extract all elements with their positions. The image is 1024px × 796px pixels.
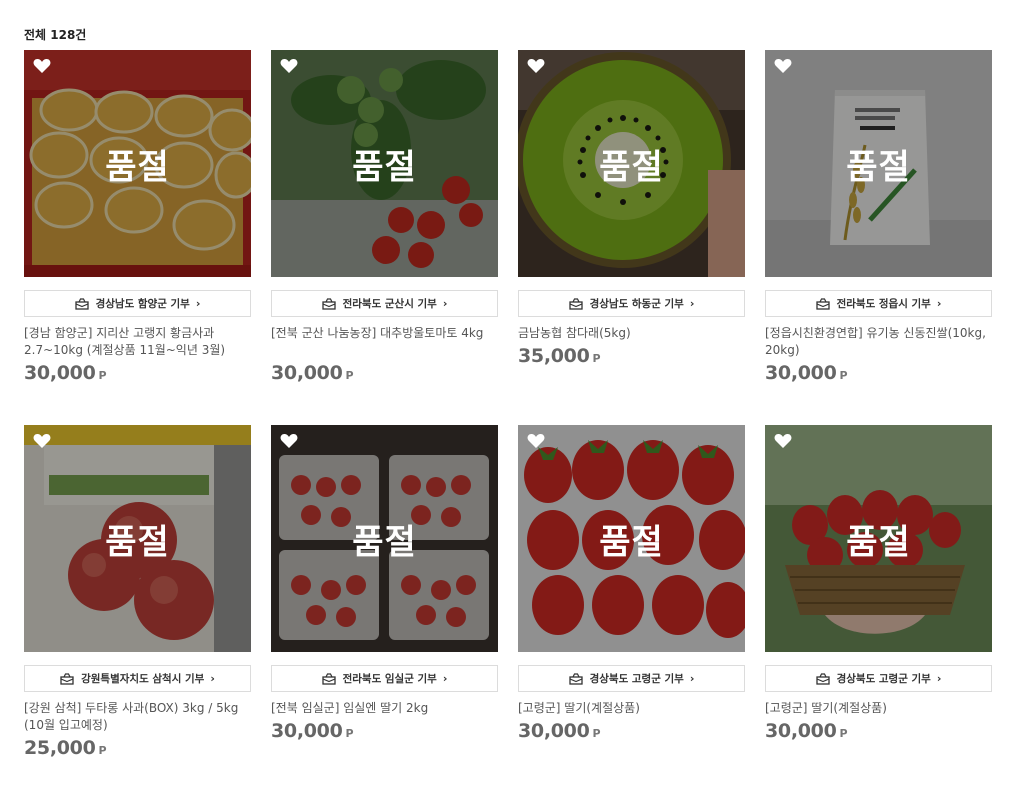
heart-icon[interactable] [280, 433, 298, 449]
heart-icon[interactable] [527, 433, 545, 449]
soldout-label: 품절 [599, 522, 664, 562]
point-unit: P [345, 727, 354, 740]
soldout-label: 품절 [846, 522, 911, 562]
donation-button[interactable]: 전라북도 정읍시 기부 › [765, 290, 992, 317]
soldout-label: 품절 [105, 147, 170, 187]
product-price: 35,000 [518, 345, 590, 367]
product-card[interactable]: 품절 경상남도 함양군 기부 › [경남 함양군] 지리산 고랭지 황금사과 2… [24, 50, 251, 425]
product-title[interactable]: [전북 임실군] 임실엔 딸기 2kg [271, 700, 498, 717]
donation-label: 전라북도 군산시 기부 [342, 298, 437, 310]
soldout-label: 품절 [352, 147, 417, 187]
total-count: 전체 128건 [24, 28, 87, 42]
gift-box-icon [815, 672, 830, 685]
point-unit: P [98, 369, 107, 382]
product-title[interactable]: [고령군] 딸기(계절상품) [765, 700, 992, 717]
product-image[interactable]: 품절 [765, 425, 992, 652]
gift-box-icon [74, 297, 89, 310]
price-row: 30,000 P [518, 720, 745, 742]
product-title[interactable]: 금남농협 참다래(5kg) [518, 325, 745, 342]
product-title[interactable]: [경남 함양군] 지리산 고랭지 황금사과 2.7~10kg (계절상품 11월… [24, 325, 251, 359]
product-price: 30,000 [765, 720, 837, 742]
price-row: 25,000 P [24, 737, 251, 759]
heart-icon[interactable] [527, 58, 545, 74]
chevron-right-icon: › [689, 672, 695, 685]
heart-icon[interactable] [774, 58, 792, 74]
price-row: 30,000 P [24, 362, 251, 384]
heart-icon[interactable] [280, 58, 298, 74]
chevron-right-icon: › [936, 672, 942, 685]
product-card[interactable]: 품절 전라북도 임실군 기부 › [전북 임실군] 임실엔 딸기 2kg 30,… [271, 425, 498, 796]
point-unit: P [345, 369, 354, 382]
donation-label: 경상남도 하동군 기부 [589, 298, 684, 310]
product-card[interactable]: 품절 강원특별자치도 삼척시 기부 › [강원 삼척] 두타롱 사과(BOX) … [24, 425, 251, 796]
product-price: 30,000 [518, 720, 590, 742]
donation-button[interactable]: 경상남도 하동군 기부 › [518, 290, 745, 317]
product-image[interactable]: 품절 [271, 50, 498, 277]
product-title[interactable]: [전북 군산 나눔농장] 대추방울토마토 4kg [271, 325, 498, 359]
product-card[interactable]: 품절 경상남도 하동군 기부 › 금남농협 참다래(5kg) 35,000 P [518, 50, 745, 425]
donation-button[interactable]: 전라북도 군산시 기부 › [271, 290, 498, 317]
donation-button[interactable]: 경상남도 함양군 기부 › [24, 290, 251, 317]
product-price: 30,000 [765, 362, 837, 384]
heart-icon[interactable] [33, 58, 51, 74]
product-image[interactable]: 품절 [518, 425, 745, 652]
product-title[interactable]: [정읍시친환경연합] 유기농 신동진쌀(10kg, 20kg) [765, 325, 992, 359]
chevron-right-icon: › [442, 297, 448, 310]
product-grid: 품절 경상남도 함양군 기부 › [경남 함양군] 지리산 고랭지 황금사과 2… [24, 50, 992, 796]
chevron-right-icon: › [689, 297, 695, 310]
gift-box-icon [60, 672, 74, 685]
point-unit: P [592, 352, 601, 365]
soldout-label: 품절 [352, 522, 417, 562]
donation-label: 강원특별자치도 삼척시 기부 [81, 673, 205, 685]
gift-box-icon [568, 297, 583, 310]
heart-icon[interactable] [33, 433, 51, 449]
product-image[interactable]: 품절 [271, 425, 498, 652]
chevron-right-icon: › [442, 672, 448, 685]
price-row: 30,000 P [765, 362, 992, 384]
donation-label: 전라북도 임실군 기부 [342, 673, 437, 685]
gift-box-icon [321, 672, 336, 685]
chevron-right-icon: › [195, 297, 201, 310]
price-row: 30,000 P [765, 720, 992, 742]
gift-box-icon [815, 297, 830, 310]
donation-button[interactable]: 경상북도 고령군 기부 › [765, 665, 992, 692]
product-card[interactable]: 품절 전라북도 군산시 기부 › [전북 군산 나눔농장] 대추방울토마토 4k… [271, 50, 498, 425]
product-price: 25,000 [24, 737, 96, 759]
donation-label: 경상남도 함양군 기부 [95, 298, 190, 310]
product-image[interactable]: 품절 [24, 50, 251, 277]
product-title[interactable]: [강원 삼척] 두타롱 사과(BOX) 3kg / 5kg (10월 입고예정) [24, 700, 251, 734]
price-row: 30,000 P [271, 720, 498, 742]
product-image[interactable]: 품절 [24, 425, 251, 652]
donation-button[interactable]: 강원특별자치도 삼척시 기부 › [24, 665, 251, 692]
soldout-label: 품절 [846, 147, 911, 187]
product-price: 30,000 [271, 362, 343, 384]
point-unit: P [98, 744, 107, 757]
product-title[interactable]: [고령군] 딸기(계절상품) [518, 700, 745, 717]
price-row: 35,000 P [518, 345, 745, 367]
chevron-right-icon: › [210, 672, 215, 685]
donation-button[interactable]: 경상북도 고령군 기부 › [518, 665, 745, 692]
point-unit: P [592, 727, 601, 740]
product-price: 30,000 [271, 720, 343, 742]
product-image[interactable]: 품절 [518, 50, 745, 277]
gift-box-icon [568, 672, 583, 685]
chevron-right-icon: › [936, 297, 942, 310]
product-card[interactable]: 품절 경상북도 고령군 기부 › [고령군] 딸기(계절상품) 30,000 P [518, 425, 745, 796]
point-unit: P [839, 727, 848, 740]
product-card[interactable]: 품절 경상북도 고령군 기부 › [고령군] 딸기(계절상품) 30,000 P [765, 425, 992, 796]
donation-label: 전라북도 정읍시 기부 [836, 298, 931, 310]
donation-label: 경상북도 고령군 기부 [836, 673, 931, 685]
product-image[interactable]: 품절 [765, 50, 992, 277]
donation-label: 경상북도 고령군 기부 [589, 673, 684, 685]
product-card[interactable]: 품절 전라북도 정읍시 기부 › [정읍시친환경연합] 유기농 신동진쌀(10k… [765, 50, 992, 425]
product-price: 30,000 [24, 362, 96, 384]
donation-button[interactable]: 전라북도 임실군 기부 › [271, 665, 498, 692]
point-unit: P [839, 369, 848, 382]
price-row: 30,000 P [271, 362, 498, 384]
heart-icon[interactable] [774, 433, 792, 449]
soldout-label: 품절 [105, 522, 170, 562]
soldout-label: 품절 [599, 147, 664, 187]
gift-box-icon [321, 297, 336, 310]
